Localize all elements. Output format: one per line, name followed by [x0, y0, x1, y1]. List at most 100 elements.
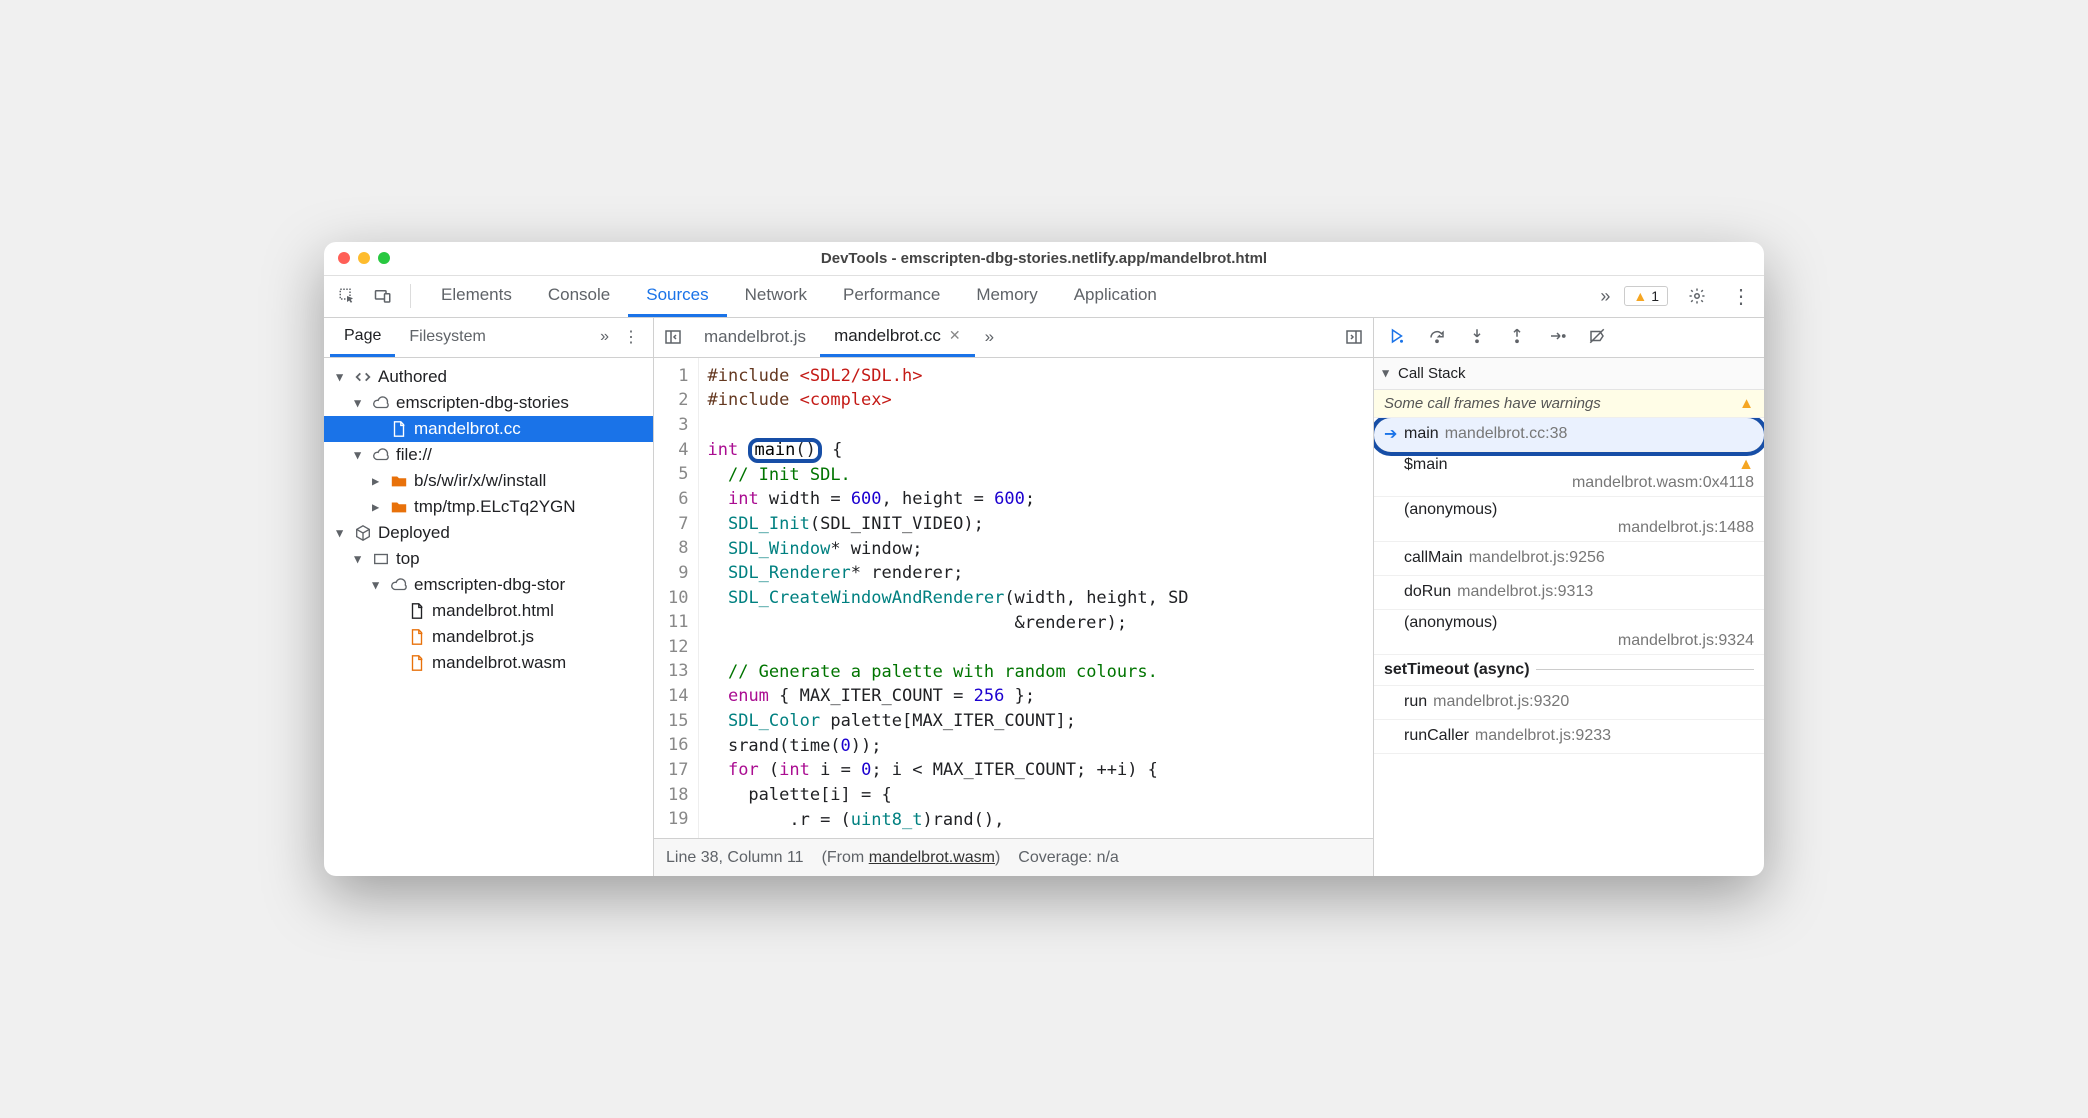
editor-tab[interactable]: mandelbrot.js — [690, 318, 820, 357]
warnings-chip[interactable]: ▲ 1 — [1624, 286, 1668, 306]
tab-performance[interactable]: Performance — [825, 276, 958, 317]
step-into-icon[interactable] — [1468, 327, 1486, 348]
callstack-frame[interactable]: doRunmandelbrot.js:9313 — [1374, 576, 1764, 610]
close-window-icon[interactable] — [338, 252, 350, 264]
source-tree[interactable]: ▼Authored▼emscripten-dbg-storiesmandelbr… — [324, 358, 653, 877]
code-line[interactable]: &renderer); — [707, 611, 1365, 636]
code-line[interactable] — [707, 413, 1365, 438]
warning-icon: ▲ — [1633, 288, 1647, 304]
source-text[interactable]: #include <SDL2/SDL.h>#include <complex> … — [699, 358, 1373, 839]
frame-name: (anonymous) — [1404, 614, 1497, 632]
tree-item[interactable]: ▼top — [324, 546, 653, 572]
tab-application[interactable]: Application — [1056, 276, 1175, 317]
callstack-frame[interactable]: run mandelbrot.js:9320 — [1374, 686, 1764, 720]
kebab-icon[interactable]: ⋮ — [1726, 281, 1756, 311]
callstack-frame[interactable]: callMainmandelbrot.js:9256 — [1374, 542, 1764, 576]
tab-sources[interactable]: Sources — [628, 276, 726, 317]
nav-tab-filesystem[interactable]: Filesystem — [395, 318, 499, 357]
code-line[interactable]: SDL_Color palette[MAX_ITER_COUNT]; — [707, 709, 1365, 734]
callstack-frame[interactable]: runCallermandelbrot.js:9233 — [1374, 720, 1764, 754]
frame-name: runCaller — [1404, 727, 1469, 745]
tab-elements[interactable]: Elements — [423, 276, 530, 317]
editor-statusbar: Line 38, Column 11 (From mandelbrot.wasm… — [654, 838, 1373, 876]
editor-tab[interactable]: mandelbrot.cc✕ — [820, 318, 975, 357]
tab-memory[interactable]: Memory — [958, 276, 1055, 317]
tree-label: Deployed — [378, 523, 450, 543]
frame-location: mandelbrot.js:9320 — [1433, 693, 1569, 711]
line-gutter: 12345678910111213141516171819 — [654, 358, 699, 839]
show-debugger-icon[interactable] — [1339, 318, 1369, 357]
code-line[interactable]: SDL_Window* window; — [707, 537, 1365, 562]
callstack-frame[interactable]: (anonymous)mandelbrot.js:9324 — [1374, 610, 1764, 655]
tree-item[interactable]: ▼emscripten-dbg-stor — [324, 572, 653, 598]
tree-item[interactable]: mandelbrot.js — [324, 624, 653, 650]
tree-item[interactable]: ▼file:// — [324, 442, 653, 468]
code-line[interactable]: SDL_CreateWindowAndRenderer(width, heigh… — [707, 586, 1365, 611]
show-navigator-icon[interactable] — [658, 318, 688, 357]
tree-label: b/s/w/ir/x/w/install — [414, 471, 546, 491]
nav-menu-icon[interactable]: ⋮ — [615, 327, 647, 347]
tree-item[interactable]: ▼ Authored — [324, 364, 653, 390]
step-out-icon[interactable] — [1508, 327, 1526, 348]
callstack-frame[interactable]: (anonymous)mandelbrot.js:1488 — [1374, 497, 1764, 542]
async-label: setTimeout (async) — [1384, 661, 1530, 679]
tree-item[interactable]: ▼Deployed — [324, 520, 653, 546]
code-line[interactable]: .r = (uint8_t)rand(), — [707, 808, 1365, 833]
editor-tabs: mandelbrot.jsmandelbrot.cc✕ » — [654, 318, 1373, 358]
tree-item[interactable]: ▶ b/s/w/ir/x/w/install — [324, 468, 653, 494]
callstack-warning: Some call frames have warnings ▲ — [1374, 390, 1764, 418]
frame-location: mandelbrot.js:9256 — [1469, 549, 1605, 567]
code-line[interactable]: SDL_Init(SDL_INIT_VIDEO); — [707, 512, 1365, 537]
disclosure-icon: ▶ — [372, 474, 384, 488]
callstack[interactable]: ➔mainmandelbrot.cc:38$main▲mandelbrot.wa… — [1374, 418, 1764, 877]
frame-location: mandelbrot.wasm:0x4118 — [1572, 474, 1754, 492]
tree-item[interactable]: mandelbrot.wasm — [324, 650, 653, 676]
tree-label: Authored — [378, 367, 447, 387]
device-toggle-icon[interactable] — [368, 281, 398, 311]
nav-tab-page[interactable]: Page — [330, 318, 395, 357]
code-line[interactable]: // Init SDL. — [707, 463, 1365, 488]
step-icon[interactable] — [1548, 327, 1566, 348]
code-line[interactable]: for (int i = 0; i < MAX_ITER_COUNT; ++i)… — [707, 758, 1365, 783]
tab-network[interactable]: Network — [727, 276, 825, 317]
callstack-frame[interactable]: ➔mainmandelbrot.cc:38 — [1374, 418, 1764, 452]
code-line[interactable] — [707, 635, 1365, 660]
code-editor[interactable]: 12345678910111213141516171819 #include <… — [654, 358, 1373, 839]
editor-tabs-overflow[interactable]: » — [977, 327, 1002, 347]
source-from-link[interactable]: mandelbrot.wasm — [869, 849, 995, 866]
disclosure-icon: ▼ — [336, 370, 348, 384]
navigator-tabs: Page Filesystem » ⋮ — [324, 318, 653, 358]
tree-item[interactable]: mandelbrot.html — [324, 598, 653, 624]
tab-console[interactable]: Console — [530, 276, 628, 317]
code-line[interactable]: #include <SDL2/SDL.h> — [707, 364, 1365, 389]
frame-name: run — [1404, 693, 1427, 711]
code-line[interactable]: int width = 600, height = 600; — [707, 487, 1365, 512]
code-line[interactable]: palette[i] = { — [707, 783, 1365, 808]
panel-tabs: ElementsConsoleSourcesNetworkPerformance… — [423, 276, 1586, 317]
nav-overflow[interactable]: » — [594, 328, 615, 346]
tree-item[interactable]: ▶tmp/tmp.ELcTq2YGN — [324, 494, 653, 520]
main-area: Page Filesystem » ⋮ ▼ Authored ▼emscripten… — [324, 318, 1764, 877]
callstack-frame[interactable]: $main▲mandelbrot.wasm:0x4118 — [1374, 452, 1764, 497]
code-line[interactable]: int main() { — [707, 438, 1365, 463]
step-over-icon[interactable] — [1428, 327, 1446, 348]
minimize-window-icon[interactable] — [358, 252, 370, 264]
deactivate-breakpoints-icon[interactable] — [1588, 327, 1606, 348]
tree-item[interactable]: mandelbrot.cc — [324, 416, 653, 442]
disclosure-icon: ▶ — [372, 500, 384, 514]
code-line[interactable]: // Generate a palette with random colour… — [707, 660, 1365, 685]
code-line[interactable]: SDL_Renderer* renderer; — [707, 561, 1365, 586]
resume-icon[interactable] — [1388, 327, 1406, 348]
disclosure-icon: ▼ — [354, 396, 366, 410]
settings-icon[interactable] — [1682, 281, 1712, 311]
callstack-header[interactable]: ▼ Call Stack — [1374, 358, 1764, 390]
tree-item[interactable]: ▼emscripten-dbg-stories — [324, 390, 653, 416]
code-line[interactable]: #include <complex> — [707, 388, 1365, 413]
code-line[interactable]: srand(time(0)); — [707, 734, 1365, 759]
code-line[interactable]: enum { MAX_ITER_COUNT = 256 }; — [707, 684, 1365, 709]
inspect-icon[interactable] — [332, 281, 362, 311]
source-from: (From mandelbrot.wasm) — [822, 849, 1001, 867]
zoom-window-icon[interactable] — [378, 252, 390, 264]
tabs-overflow[interactable]: » — [1592, 286, 1618, 307]
close-tab-icon[interactable]: ✕ — [949, 327, 961, 344]
